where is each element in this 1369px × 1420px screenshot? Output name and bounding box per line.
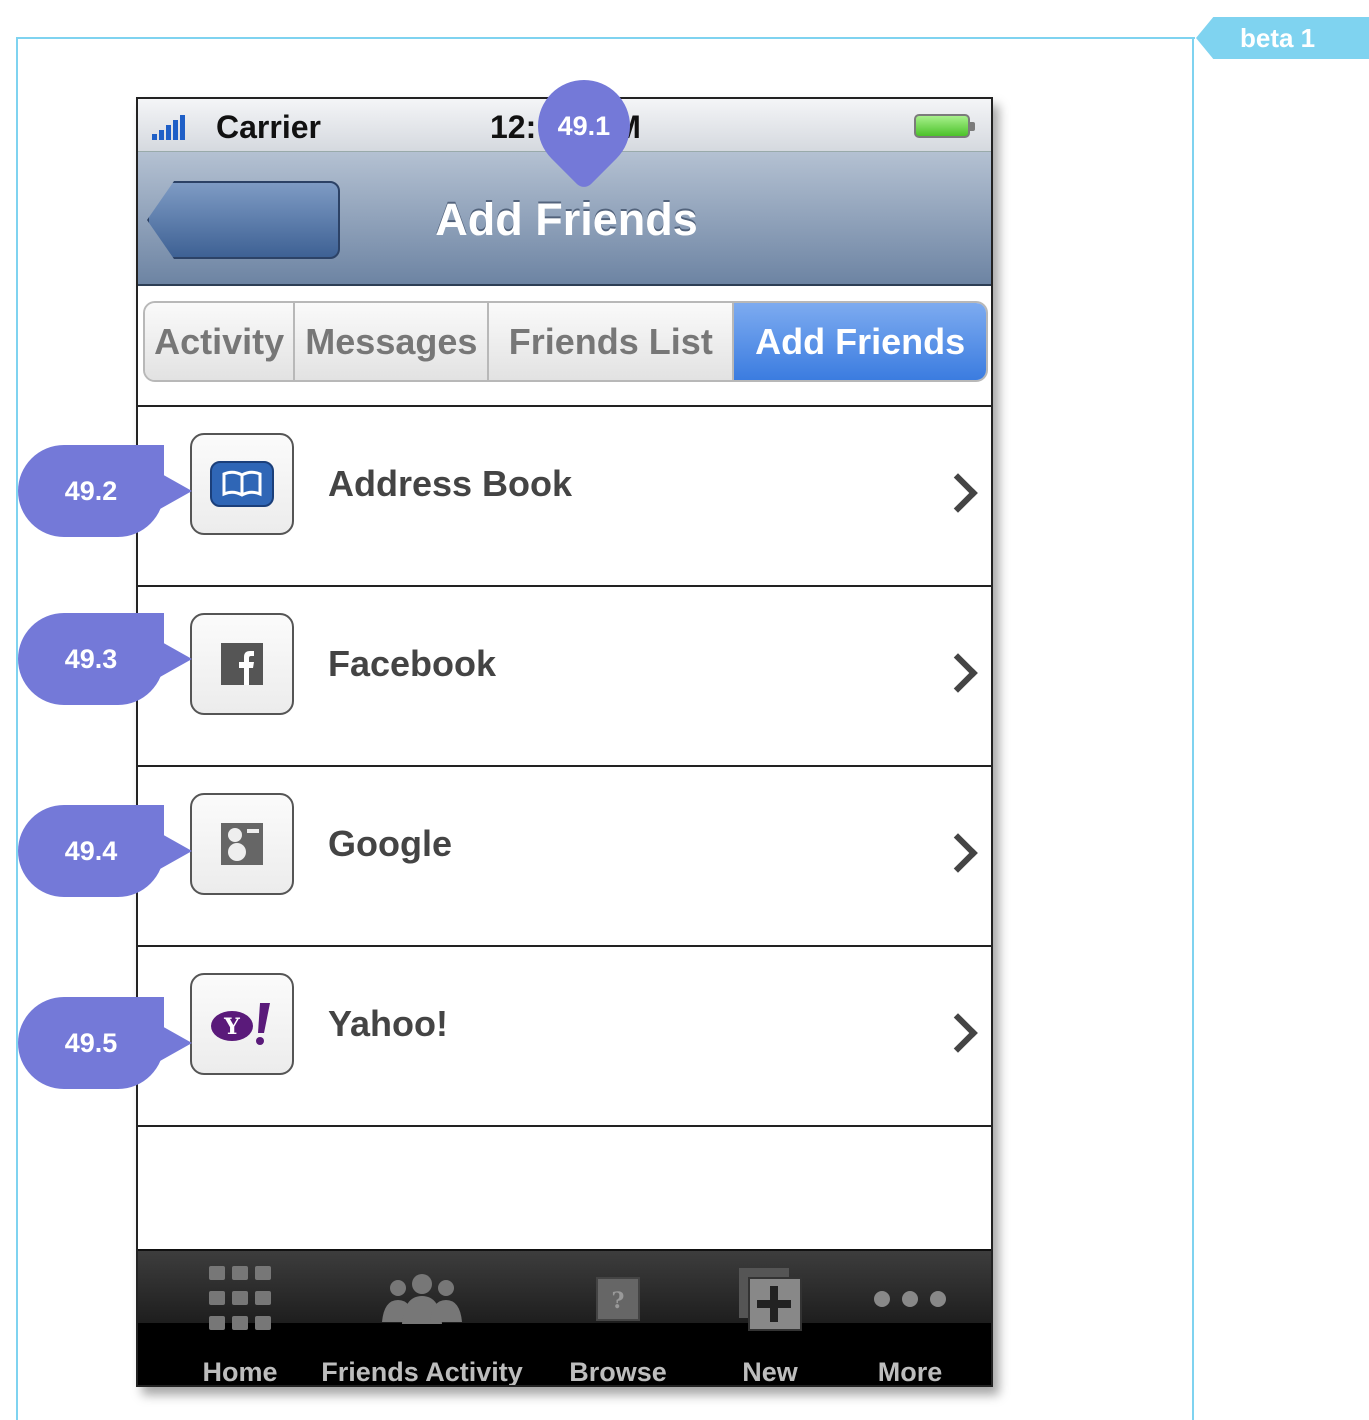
list-item-label: Google [328,823,452,864]
question-icon: ? [595,1251,641,1347]
signal-strength-icon [152,115,185,140]
facebook-icon [190,613,294,715]
grid-icon [207,1251,273,1347]
callout-marker: 49.3 [18,613,192,705]
carrier-name: Carrier [216,109,321,145]
version-tag: beta 1 [1196,17,1369,59]
wireframe-frame-right [1192,37,1194,1420]
tab-label: More [877,1357,943,1387]
yahoo-icon: Y [190,973,294,1075]
people-icon [378,1251,466,1347]
google-icon [190,793,294,895]
list-item-address-book[interactable]: Address Book [138,407,991,587]
tab-label: Home [202,1357,278,1387]
segment-activity[interactable]: Activity [145,303,296,380]
wireframe-frame-top [16,37,1195,39]
tab-label: New [742,1357,798,1387]
address-book-icon [190,433,294,535]
segmented-control: Activity Messages Friends List Add Frien… [143,301,988,382]
tab-label: Friends Activity [321,1357,523,1387]
callout-marker: 49.4 [18,805,192,897]
more-dots-icon [870,1251,950,1347]
tab-browse[interactable]: ? Browse [562,1251,674,1387]
plus-icon [737,1251,803,1347]
callout-marker: 49.2 [18,445,192,537]
tab-friends-activity[interactable]: Friends Activity [320,1251,524,1387]
version-tag-label: beta 1 [1240,22,1316,53]
nav-title: Add Friends [435,194,698,245]
tab-home[interactable]: Home [190,1251,290,1387]
chevron-right-icon [938,473,978,513]
list-item-label: Yahoo! [328,1003,449,1044]
tab-bar: Home Friends Activity ? Browse New More [138,1249,991,1387]
battery-icon [914,114,975,138]
list-item-facebook[interactable]: Facebook [138,587,991,767]
chevron-right-icon [938,653,978,693]
chevron-right-icon [938,833,978,873]
list-item-google[interactable]: Google [138,767,991,947]
svg-text:Y: Y [223,1014,240,1040]
tab-new[interactable]: New [720,1251,820,1387]
callout-marker: 49.5 [18,997,192,1089]
list-item-label: Address Book [328,463,573,504]
segment-messages[interactable]: Messages [295,303,490,380]
phone-screen: Carrier 12:M Add Friends Activity Messag… [136,97,993,1387]
chevron-right-icon [938,1013,978,1053]
tab-more[interactable]: More [860,1251,960,1387]
list-item-yahoo[interactable]: Y Yahoo! [138,947,991,1127]
tab-label: Browse [569,1357,667,1387]
segment-add-friends[interactable]: Add Friends [734,303,986,380]
svg-text:?: ? [612,1288,625,1314]
segment-friends-list[interactable]: Friends List [489,303,735,380]
wireframe-frame-left [16,37,18,1420]
list-item-label: Facebook [328,643,497,684]
